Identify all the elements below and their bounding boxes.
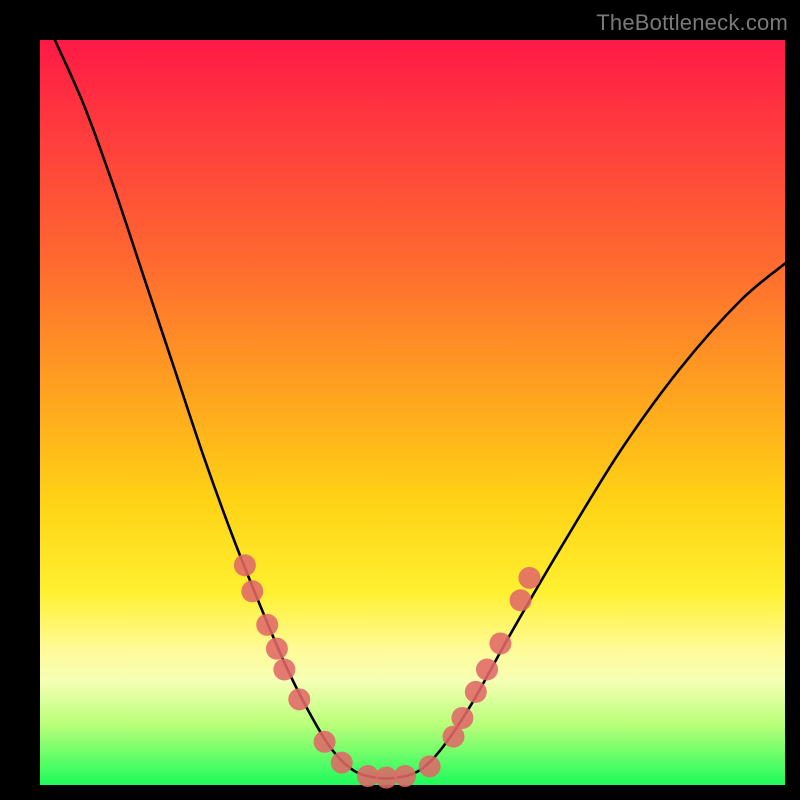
marker-dot (234, 554, 256, 576)
marker-dot (394, 765, 416, 787)
marker-dot (266, 638, 288, 660)
curve-svg (40, 40, 785, 785)
marker-dot (476, 659, 498, 681)
bottleneck-curve (55, 40, 785, 778)
watermark-text: TheBottleneck.com (596, 10, 788, 36)
marker-dot (241, 580, 263, 602)
highlight-dots (234, 554, 541, 788)
marker-dot (375, 767, 397, 789)
chart-frame: TheBottleneck.com (0, 0, 800, 800)
marker-dot (510, 589, 532, 611)
marker-dot (331, 752, 353, 774)
marker-dot (256, 614, 278, 636)
marker-dot (288, 688, 310, 710)
marker-dot (465, 681, 487, 703)
marker-dot (314, 731, 336, 753)
plot-area (40, 40, 785, 785)
marker-dot (518, 567, 540, 589)
marker-dot (451, 707, 473, 729)
marker-dot (357, 765, 379, 787)
marker-dot (419, 755, 441, 777)
marker-dot (489, 632, 511, 654)
marker-dot (273, 659, 295, 681)
